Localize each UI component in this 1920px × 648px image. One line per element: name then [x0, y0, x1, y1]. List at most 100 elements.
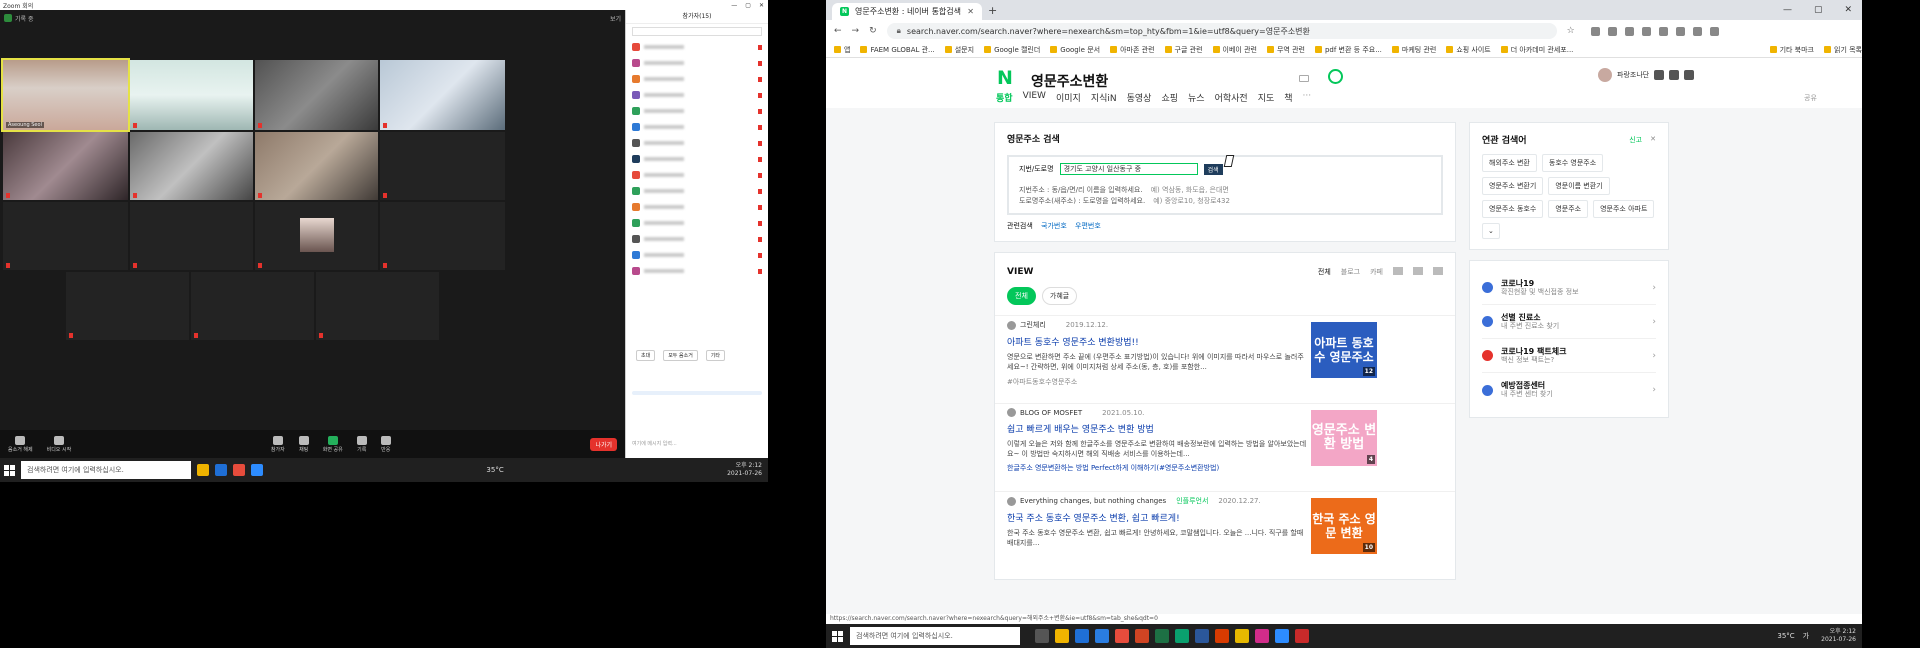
video-tile[interactable]: [380, 60, 505, 130]
user-menu[interactable]: 파랑조나단: [1598, 68, 1695, 82]
file-explorer-icon[interactable]: [1055, 629, 1069, 643]
address-bar[interactable]: 🔒︎ search.naver.com/search.naver?where=ne…: [886, 23, 1557, 39]
bookmark-item[interactable]: 읽기 목록: [1824, 45, 1862, 55]
related-keyword[interactable]: 영문주소 변환기: [1482, 177, 1544, 195]
chrome-icon[interactable]: [233, 464, 245, 476]
windows-start-icon[interactable]: [4, 464, 15, 476]
post-title[interactable]: 쉽고 빠르게 배우는 영문주소 변환 방법: [1007, 422, 1443, 435]
address-search-button[interactable]: 검색: [1203, 163, 1223, 175]
extension-icon[interactable]: [1607, 26, 1617, 36]
bookmark-item[interactable]: Google 문서: [1050, 45, 1100, 55]
related-keyword[interactable]: 동호수 영문주소: [1541, 154, 1604, 172]
participant-row[interactable]: [632, 231, 762, 247]
windows-start-icon[interactable]: [832, 630, 843, 642]
more-button[interactable]: 기타: [705, 350, 725, 361]
chevron-down-icon[interactable]: ⌄: [1482, 223, 1500, 239]
related-link[interactable]: 우편번호: [1075, 222, 1101, 230]
related-link[interactable]: 국가번호: [1041, 222, 1067, 230]
view-post[interactable]: BLOG OF MOSFET 2021.05.10. 쉽고 빠르게 배우는 영문주소…: [995, 403, 1455, 491]
post-extra[interactable]: 한글주소 영문변환하는 방법 Perfect하게 이해하기(#영문주소변환방법): [1007, 463, 1443, 473]
video-tile[interactable]: [255, 132, 378, 200]
search-tab[interactable]: 지도: [1258, 91, 1275, 104]
minimize-icon[interactable]: —: [731, 2, 737, 9]
grid-view-icon[interactable]: [1413, 267, 1423, 275]
related-keyword[interactable]: 영문주소 아파트: [1593, 200, 1655, 218]
extension-icon[interactable]: [1590, 26, 1600, 36]
bookmark-star-icon[interactable]: ☆: [1567, 26, 1575, 36]
extension-icon[interactable]: [1624, 26, 1634, 36]
search-tab[interactable]: 쇼핑: [1161, 91, 1178, 104]
search-tab[interactable]: 뉴스: [1188, 91, 1205, 104]
ime-indicator[interactable]: 가: [1803, 631, 1809, 641]
search-tab[interactable]: VIEW: [1023, 91, 1046, 104]
zoom-icon[interactable]: [1275, 629, 1289, 643]
new-tab-button[interactable]: +: [988, 4, 997, 17]
search-icon[interactable]: [1328, 69, 1343, 84]
participant-row[interactable]: [632, 199, 762, 215]
participant-row[interactable]: [632, 215, 762, 231]
related-keyword[interactable]: 영문주소 동호수: [1482, 200, 1544, 218]
extension-icon[interactable]: [1641, 26, 1651, 36]
maximize-icon[interactable]: ▢: [1814, 5, 1823, 15]
audio-button[interactable]: 음소거 해제: [8, 435, 33, 453]
search-query-text[interactable]: 영문주소변환: [1031, 71, 1108, 91]
video-tile[interactable]: [316, 272, 439, 340]
maximize-icon[interactable]: ▢: [745, 2, 751, 9]
post-thumbnail[interactable]: 한국 주소 영문 변환 10: [1311, 498, 1377, 554]
bookmark-item[interactable]: 아마존 관련: [1110, 45, 1155, 55]
naver-logo[interactable]: N: [997, 69, 1014, 88]
acrobat-icon[interactable]: [1295, 629, 1309, 643]
bookmark-item[interactable]: 설문지: [944, 45, 974, 55]
video-tile[interactable]: [380, 202, 505, 270]
service-link[interactable]: 선별 진료소 내 주변 진료소 찾기 ›: [1482, 305, 1656, 339]
report-link[interactable]: 신고: [1629, 135, 1642, 145]
chat-input[interactable]: 여기에 메시지 입력...: [632, 440, 677, 447]
powerpoint-icon[interactable]: [1135, 629, 1149, 643]
participant-row[interactable]: [632, 71, 762, 87]
participant-row[interactable]: [632, 39, 762, 55]
close-tab-icon[interactable]: ✕: [967, 7, 974, 16]
shield-icon[interactable]: [4, 14, 12, 22]
video-tile[interactable]: [255, 60, 378, 130]
tab-naver-search[interactable]: N 영문주소변환 : 네이버 통합검색 ✕: [832, 3, 982, 20]
apps-grid-icon[interactable]: [1684, 70, 1695, 80]
bell-icon[interactable]: [1654, 70, 1665, 80]
filter-all[interactable]: 전체: [1318, 267, 1331, 277]
participant-row[interactable]: [632, 103, 762, 119]
related-keyword[interactable]: 영문주소: [1548, 200, 1589, 218]
view-post[interactable]: Everything changes, but nothing changes 인…: [995, 491, 1455, 579]
bookmark-item[interactable]: 쇼핑 사이트: [1446, 45, 1491, 55]
minimize-icon[interactable]: —: [1783, 5, 1792, 15]
mute-all-button[interactable]: 모두 음소거: [663, 350, 698, 361]
participant-row[interactable]: [632, 167, 762, 183]
mail-icon[interactable]: [1075, 629, 1089, 643]
video-tile[interactable]: [3, 202, 128, 270]
mail-icon[interactable]: [1669, 70, 1680, 80]
forward-icon[interactable]: →: [852, 26, 860, 36]
post-author[interactable]: BLOG OF MOSFET: [1020, 409, 1082, 417]
participants-button[interactable]: 참가자: [271, 435, 285, 453]
search-tab[interactable]: 어학사전: [1215, 91, 1248, 104]
video-tile[interactable]: [66, 272, 189, 340]
share-screen-button[interactable]: 화면 공유: [323, 435, 343, 453]
share-button[interactable]: 공유: [1804, 93, 1817, 103]
bookmark-item[interactable]: 마케팅 관련: [1391, 45, 1436, 55]
participant-row[interactable]: [632, 135, 762, 151]
kakaotalk-icon[interactable]: [1235, 629, 1249, 643]
extension-icon[interactable]: [1709, 26, 1719, 36]
taskbar-search-input[interactable]: 검색하려면 여기에 입력하십시오.: [21, 461, 191, 479]
bookmark-item[interactable]: 더 아카데미 관세포...: [1500, 45, 1573, 55]
filter-cafe[interactable]: 카페: [1370, 267, 1383, 277]
view-button[interactable]: 보기: [610, 14, 621, 23]
bookmark-item[interactable]: 무역 관련: [1266, 45, 1305, 55]
service-link[interactable]: 코로나19 팩트체크 백신 정보 팩트는? ›: [1482, 339, 1656, 373]
participant-row[interactable]: [632, 87, 762, 103]
reload-icon[interactable]: ↻: [869, 26, 877, 36]
service-link[interactable]: 코로나19 확진현황 및 백신접종 정보 ›: [1482, 271, 1656, 305]
chip-second[interactable]: 가혜글: [1041, 287, 1078, 305]
bookmark-item[interactable]: 앱: [834, 45, 850, 55]
video-tile[interactable]: [130, 202, 253, 270]
search-tab[interactable]: 지식iN: [1091, 91, 1117, 104]
search-tab[interactable]: 통합: [996, 91, 1013, 104]
edge-icon[interactable]: [215, 464, 227, 476]
